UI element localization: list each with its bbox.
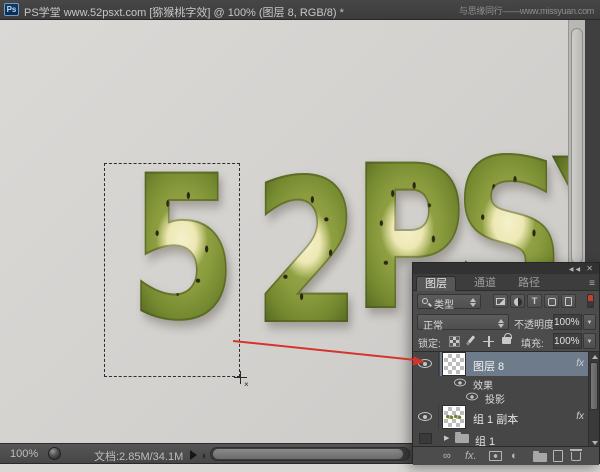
- blend-mode-select[interactable]: 正常: [417, 314, 509, 330]
- status-flyout-arrow-icon[interactable]: [190, 450, 197, 460]
- opacity-value[interactable]: 100%: [553, 314, 582, 330]
- panel-title-bar: ◀◀ ✕: [413, 263, 599, 274]
- eye-icon[interactable]: [454, 379, 466, 387]
- layer-effects-badge[interactable]: fx: [576, 358, 584, 369]
- lock-label: 锁定:: [418, 335, 441, 350]
- panel-menu-icon[interactable]: ≡: [589, 278, 595, 289]
- fill-label: 填充:: [521, 335, 544, 350]
- layer-row-group1-copy[interactable]: 组 1 副本 fx: [413, 404, 590, 430]
- photoshop-window: Ps PS学堂 www.52psxt.com [猕猴桃字效] @ 100% (图…: [0, 0, 600, 472]
- eye-icon[interactable]: [418, 412, 432, 421]
- layer-filter-row: 类型 T: [413, 291, 599, 312]
- chevron-updown-icon: [470, 298, 477, 307]
- tab-paths[interactable]: 路径: [510, 276, 548, 291]
- tab-layers[interactable]: 图层: [416, 276, 456, 291]
- layer-name[interactable]: 图层 8: [473, 358, 504, 374]
- status-tick-icon: [202, 453, 205, 459]
- pixel-layer-filter-icon[interactable]: [493, 294, 508, 308]
- window-bottom-edge: [0, 464, 600, 472]
- search-icon: [422, 298, 428, 304]
- layer-list: 图层 8 fx 效果 投影 组 1 副本 fx: [413, 351, 599, 447]
- group-folder-icon: [455, 434, 469, 443]
- app-icon: Ps: [4, 3, 19, 16]
- chevron-updown-icon: [498, 319, 505, 328]
- document-title: PS学堂 www.52psxt.com [猕猴桃字效] @ 100% (图层 8…: [24, 4, 344, 20]
- layer-row-group1[interactable]: ▶ 组 1: [413, 430, 590, 447]
- collapse-panel-icon[interactable]: ◀◀: [569, 267, 582, 273]
- type-layer-filter-icon[interactable]: T: [527, 294, 542, 308]
- layer-effects-badge[interactable]: fx: [576, 411, 584, 422]
- fill-value[interactable]: 100%: [553, 333, 582, 349]
- panel-tabs: 图层 通道 路径 ≡: [413, 274, 599, 291]
- expand-group-icon[interactable]: ▶: [444, 434, 449, 442]
- marquee-cursor-x: ×: [244, 380, 249, 389]
- shape-layer-filter-icon[interactable]: [544, 294, 559, 308]
- smart-object-filter-icon[interactable]: [561, 294, 576, 308]
- new-group-icon[interactable]: [533, 453, 547, 462]
- layer8-thumbnail[interactable]: [443, 353, 465, 375]
- watermark-text: 与思缘同行——www.missyuan.com: [459, 4, 594, 17]
- visibility-cell[interactable]: [413, 352, 439, 376]
- blend-mode-value: 正常: [423, 317, 443, 332]
- filter-type-select[interactable]: 类型: [417, 294, 481, 309]
- eye-icon[interactable]: [466, 393, 478, 401]
- filter-type-label: 类型: [434, 296, 454, 311]
- blend-mode-row: 正常 不透明度: 100% ▼: [413, 312, 599, 332]
- new-layer-icon[interactable]: [553, 450, 563, 462]
- eye-icon[interactable]: [418, 359, 432, 368]
- layer-name[interactable]: 组 1: [475, 433, 495, 447]
- filter-toggle-switch[interactable]: [587, 294, 594, 308]
- canvas-vertical-scrollbar-thumb[interactable]: [571, 28, 583, 264]
- layer-list-scrollbar-thumb[interactable]: [590, 362, 598, 410]
- panel-bottom-bar: ∞ fx. ◐: [413, 447, 599, 465]
- zoom-level-field[interactable]: 100%: [10, 448, 38, 460]
- link-layers-icon[interactable]: ∞: [443, 450, 451, 462]
- document-size-info: 文档:2.85M/34.1M: [94, 448, 183, 464]
- group1-copy-thumbnail[interactable]: [443, 406, 465, 428]
- layer-name[interactable]: 组 1 副本: [473, 411, 518, 427]
- marquee-selection[interactable]: [104, 163, 240, 377]
- opacity-label: 不透明度:: [514, 316, 557, 331]
- canvas-horizontal-scrollbar-thumb[interactable]: [213, 449, 403, 459]
- canvas-horizontal-scrollbar[interactable]: [210, 447, 410, 461]
- visibility-cell[interactable]: [413, 404, 439, 430]
- fill-dropdown-icon[interactable]: ▼: [583, 333, 596, 349]
- layers-panel: ◀◀ ✕ 图层 通道 路径 ≡ 类型 T 正常: [412, 262, 600, 464]
- opacity-dropdown-icon[interactable]: ▼: [583, 314, 596, 330]
- title-bar[interactable]: Ps PS学堂 www.52psxt.com [猕猴桃字效] @ 100% (图…: [0, 0, 600, 20]
- close-panel-icon[interactable]: ✕: [586, 264, 595, 273]
- layer-list-scrollbar[interactable]: [588, 352, 599, 447]
- lock-pixels-icon[interactable]: [469, 334, 472, 346]
- lock-position-icon[interactable]: [483, 335, 494, 347]
- layer-row-layer8[interactable]: 图层 8 fx: [413, 352, 590, 376]
- adjustment-layer-filter-icon[interactable]: [510, 294, 525, 308]
- status-sphere-icon: [48, 447, 61, 460]
- layer-row-dropshadow[interactable]: 投影: [413, 390, 590, 404]
- lock-all-icon[interactable]: [502, 332, 511, 344]
- layer-row-effects[interactable]: 效果: [413, 376, 590, 390]
- scroll-down-icon[interactable]: [592, 441, 598, 445]
- lock-row: 锁定: 填充: 100% ▼: [413, 332, 599, 351]
- adjustment-layer-icon[interactable]: ◐: [511, 450, 518, 462]
- scroll-up-icon[interactable]: [592, 355, 598, 359]
- kiwi-letter-2: 2: [253, 154, 360, 352]
- lock-transparency-icon[interactable]: [449, 335, 460, 347]
- add-mask-icon[interactable]: [489, 451, 502, 461]
- hidden-visibility-box[interactable]: [419, 433, 432, 444]
- layer-style-icon[interactable]: fx.: [465, 450, 477, 462]
- delete-layer-icon[interactable]: [571, 452, 581, 461]
- tab-channels[interactable]: 通道: [466, 276, 504, 291]
